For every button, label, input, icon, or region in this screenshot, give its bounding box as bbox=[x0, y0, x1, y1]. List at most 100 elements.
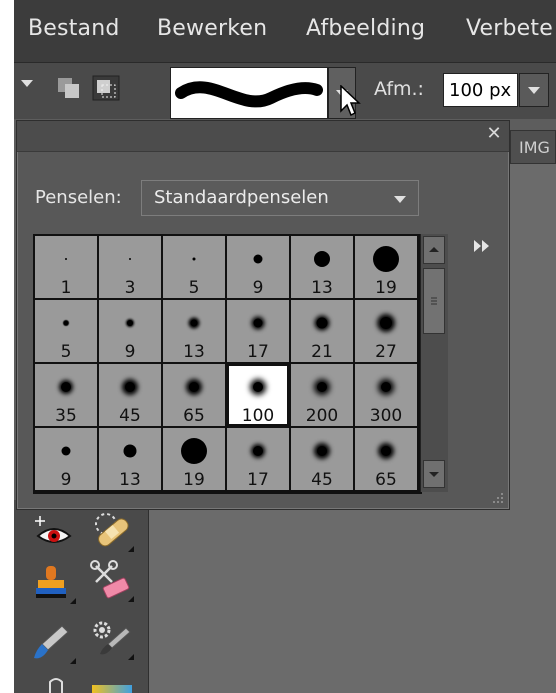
brush-tip-shape bbox=[127, 320, 133, 326]
brush-size-label: 35 bbox=[55, 406, 77, 426]
brush-size-label: 1 bbox=[60, 278, 72, 298]
brush-tip-17[interactable]: 200 bbox=[291, 364, 353, 426]
size-input[interactable]: 100 px bbox=[443, 73, 518, 107]
brush-tip-shape bbox=[317, 382, 327, 392]
brush-tip-shape bbox=[253, 446, 263, 456]
brush-size-label: 17 bbox=[247, 342, 269, 362]
brush-size-label: 65 bbox=[183, 406, 205, 426]
healing-brush-tool[interactable] bbox=[90, 510, 134, 552]
smart-brush-tool[interactable] bbox=[90, 618, 134, 660]
brush-tip-shape bbox=[61, 382, 71, 392]
brush-set-select[interactable]: Standaardpenselen bbox=[141, 180, 419, 216]
eraser-tool[interactable] bbox=[90, 560, 134, 602]
brush-tip-shape bbox=[316, 317, 328, 329]
clone-stamp-tool[interactable] bbox=[32, 562, 76, 604]
brush-tip-shape bbox=[253, 318, 263, 328]
brush-size-label: 17 bbox=[247, 470, 269, 490]
brush-picker-panel: ✕ Penselen: Standaardpenselen 1 3 5 9 13 19 5 9… bbox=[16, 120, 510, 510]
blur-tool[interactable] bbox=[36, 678, 76, 693]
brush-size-label: 100 bbox=[241, 406, 275, 426]
brush-tip-2[interactable]: 3 bbox=[99, 236, 161, 298]
tool-options-bar: Afm.: 100 px bbox=[14, 63, 556, 119]
brush-tip-22[interactable]: 17 bbox=[227, 428, 289, 490]
brush-tip-5[interactable]: 13 bbox=[291, 236, 353, 298]
brush-size-label: 9 bbox=[252, 278, 264, 298]
chevron-up-icon bbox=[429, 247, 439, 252]
menu-bar: Bestand Bewerken Afbeelding Verbete bbox=[14, 0, 556, 63]
brush-stroke-preview bbox=[175, 81, 323, 108]
menu-item-afbeelding[interactable]: Afbeelding bbox=[306, 16, 425, 41]
document-tab[interactable]: IMG bbox=[510, 130, 556, 164]
scroll-up-button[interactable] bbox=[423, 236, 445, 264]
brush-tip-23[interactable]: 45 bbox=[291, 428, 353, 490]
drop-icon bbox=[49, 678, 63, 693]
brush-tip-shape bbox=[253, 382, 263, 392]
brush-mode-layer-icon[interactable] bbox=[92, 75, 120, 101]
brush-tip-shape bbox=[314, 251, 330, 267]
brush-tip-14[interactable]: 45 bbox=[99, 364, 161, 426]
brush-tip-shape bbox=[381, 382, 391, 392]
brush-tip-15[interactable]: 65 bbox=[163, 364, 225, 426]
scroll-thumb[interactable] bbox=[423, 268, 445, 334]
brush-grid-scrollbar[interactable] bbox=[420, 234, 448, 492]
brush-tip-shape bbox=[317, 446, 327, 456]
brush-tip-24[interactable]: 65 bbox=[355, 428, 417, 490]
brush-mode-normal-icon[interactable] bbox=[57, 77, 83, 99]
brush-tip-shape bbox=[65, 258, 67, 260]
brush-tip-12[interactable]: 27 bbox=[355, 300, 417, 362]
size-slider-button[interactable] bbox=[519, 73, 549, 107]
bandage-icon bbox=[95, 513, 129, 547]
tool-preset-dropdown-icon[interactable] bbox=[21, 80, 33, 87]
brush-tip-shape bbox=[380, 317, 392, 329]
brush-tip-3[interactable]: 5 bbox=[163, 236, 225, 298]
brush-size-label: 9 bbox=[60, 470, 72, 490]
chevron-down-icon bbox=[429, 472, 439, 477]
brush-size-label: 3 bbox=[124, 278, 136, 298]
toolbox bbox=[14, 500, 149, 693]
brush-tip-10[interactable]: 17 bbox=[227, 300, 289, 362]
scissors-eraser-icon bbox=[90, 560, 130, 599]
close-icon[interactable]: ✕ bbox=[485, 125, 503, 143]
brush-size-label: 13 bbox=[183, 342, 205, 362]
chevron-down-icon bbox=[528, 87, 540, 94]
red-eye-removal-tool[interactable] bbox=[34, 514, 74, 554]
brush-tip-4[interactable]: 9 bbox=[227, 236, 289, 298]
brush-tip-9[interactable]: 13 bbox=[163, 300, 225, 362]
brush-tip-8[interactable]: 9 bbox=[99, 300, 161, 362]
brush-tip-1[interactable]: 1 bbox=[35, 236, 97, 298]
menu-item-bestand[interactable]: Bestand bbox=[28, 16, 120, 41]
brush-size-label: 13 bbox=[311, 278, 333, 298]
brush-tip-16[interactable]: 100 bbox=[227, 364, 289, 426]
brush-tip-shape bbox=[373, 246, 399, 272]
brush-tip-11[interactable]: 21 bbox=[291, 300, 353, 362]
brush-tip-21[interactable]: 19 bbox=[163, 428, 225, 490]
brush-size-label: 45 bbox=[119, 406, 141, 426]
gradient-icon bbox=[92, 685, 132, 693]
brush-tip-19[interactable]: 9 bbox=[35, 428, 97, 490]
brush-size-label: 45 bbox=[311, 470, 333, 490]
red-eye-icon bbox=[35, 516, 72, 543]
menu-item-verbeteren[interactable]: Verbete bbox=[466, 16, 553, 41]
resize-grip-icon[interactable] bbox=[489, 489, 505, 505]
brush-tip-shape bbox=[129, 258, 131, 260]
brush-tip-18[interactable]: 300 bbox=[355, 364, 417, 426]
brush-tip-shape bbox=[189, 382, 199, 392]
brush-tip-shape bbox=[181, 438, 207, 464]
fast-forward-icon[interactable] bbox=[473, 239, 491, 253]
brush-tip-shape bbox=[190, 319, 198, 327]
brush-size-label: 13 bbox=[119, 470, 141, 490]
menu-item-bewerken[interactable]: Bewerken bbox=[157, 16, 267, 41]
brush-tip-shape bbox=[253, 254, 263, 264]
brush-tip-shape bbox=[125, 382, 135, 392]
brush-tip-7[interactable]: 5 bbox=[35, 300, 97, 362]
brush-tip-13[interactable]: 35 bbox=[35, 364, 97, 426]
brush-tip-20[interactable]: 13 bbox=[99, 428, 161, 490]
photoshop-elements-window: Bestand Bewerken Afbeelding Verbete Afm.… bbox=[14, 0, 556, 693]
brush-preview[interactable] bbox=[170, 67, 328, 119]
brush-size-label: 5 bbox=[60, 342, 72, 362]
brush-tool[interactable] bbox=[32, 622, 76, 664]
brush-tip-6[interactable]: 19 bbox=[355, 236, 417, 298]
scroll-down-button[interactable] bbox=[423, 460, 445, 488]
gradient-tool[interactable] bbox=[92, 684, 132, 693]
brush-tip-shape bbox=[64, 321, 68, 325]
